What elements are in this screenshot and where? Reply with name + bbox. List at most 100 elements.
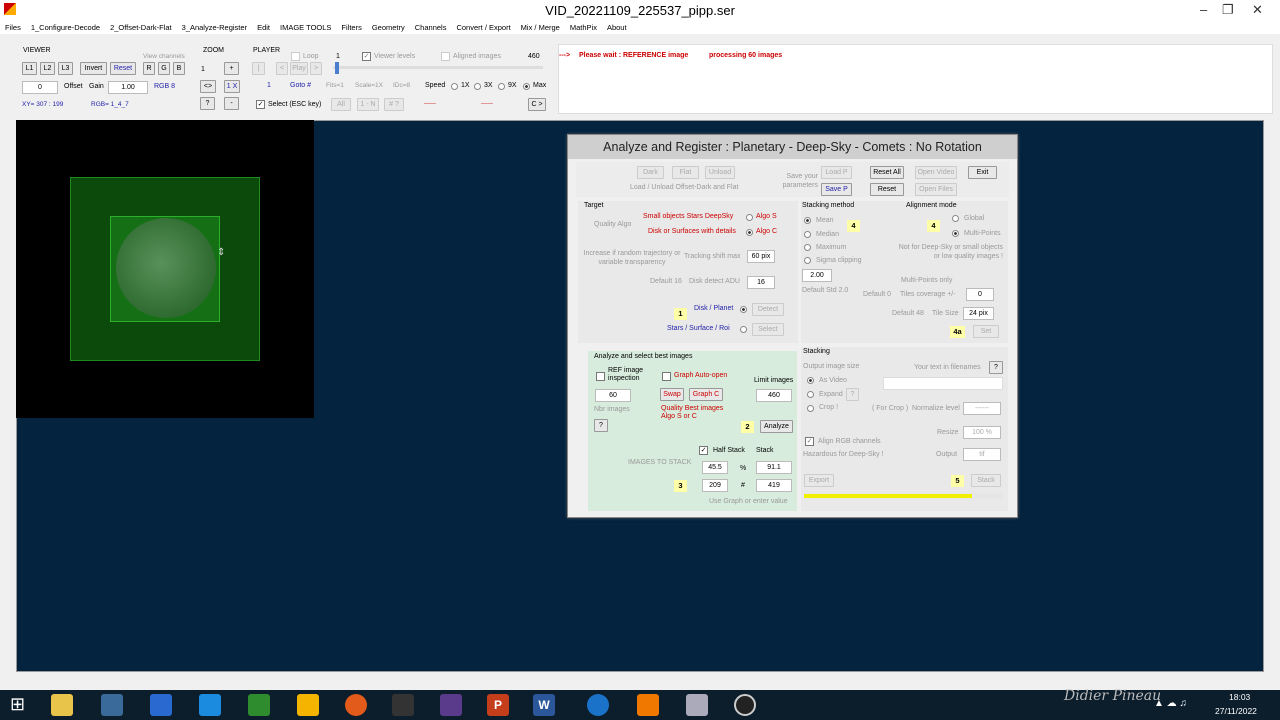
- graph-auto-checkbox[interactable]: [662, 372, 671, 381]
- export-button[interactable]: Export: [804, 474, 834, 487]
- median-radio[interactable]: [804, 231, 811, 238]
- powerpoint-icon[interactable]: P: [487, 694, 509, 716]
- file-explorer-icon[interactable]: [51, 694, 73, 716]
- maximum-radio[interactable]: [804, 244, 811, 251]
- evernote-icon[interactable]: [248, 694, 270, 716]
- expand-radio[interactable]: [807, 391, 814, 398]
- output-select[interactable]: tif: [963, 448, 1001, 461]
- analyze-help-button[interactable]: ?: [594, 419, 608, 432]
- clock-time[interactable]: 18:03: [1229, 692, 1250, 702]
- tray-icons[interactable]: ▲ ☁ ♫: [1154, 698, 1187, 709]
- calculator-icon[interactable]: [686, 694, 708, 716]
- half-count-input[interactable]: 209: [702, 479, 728, 492]
- reset-button[interactable]: Reset: [870, 183, 904, 196]
- menu-edit[interactable]: Edit: [257, 23, 270, 32]
- viewer-levels-checkbox[interactable]: ✓: [362, 52, 371, 61]
- vlc-icon[interactable]: [637, 694, 659, 716]
- l1-button[interactable]: L1: [22, 62, 37, 75]
- resize-select[interactable]: 100 %: [963, 426, 1001, 439]
- crop-radio[interactable]: [807, 405, 814, 412]
- gain-input[interactable]: 1.00: [108, 81, 148, 94]
- save-params-button[interactable]: Save P: [821, 183, 852, 196]
- exit-button[interactable]: Exit: [968, 166, 997, 179]
- speed-1x-radio[interactable]: [451, 83, 458, 90]
- sigma-input[interactable]: 2.00: [802, 269, 832, 282]
- detect-button[interactable]: Detect: [752, 303, 784, 316]
- stack-pct-input[interactable]: 91.1: [756, 461, 792, 474]
- menu-geometry[interactable]: Geometry: [372, 23, 405, 32]
- align-rgb-checkbox[interactable]: ✓: [805, 437, 814, 446]
- stack-button[interactable]: Stack: [971, 474, 1001, 487]
- open-video-button[interactable]: Open Video: [915, 166, 957, 179]
- l2-button[interactable]: L2: [40, 62, 55, 75]
- filename-help-button[interactable]: ?: [989, 361, 1003, 374]
- next-button[interactable]: C >: [528, 98, 546, 111]
- disk-planet-radio[interactable]: [740, 306, 747, 313]
- clock-date[interactable]: 27/11/2022: [1215, 706, 1257, 716]
- play-button[interactable]: Play: [290, 62, 308, 75]
- multipoints-radio[interactable]: [952, 230, 959, 237]
- mail-icon[interactable]: [199, 694, 221, 716]
- select-roi-button[interactable]: Select: [752, 323, 784, 336]
- disk-detect-input[interactable]: 16: [747, 276, 775, 289]
- nbr-images-input[interactable]: 60: [595, 389, 631, 402]
- monitor-icon[interactable]: [150, 694, 172, 716]
- select-checkbox[interactable]: ✓: [256, 100, 265, 109]
- as-video-radio[interactable]: [807, 377, 814, 384]
- menu-configure[interactable]: 1_Configure-Decode: [31, 23, 100, 32]
- analyze-button[interactable]: Analyze: [760, 420, 793, 433]
- mean-radio[interactable]: [804, 217, 811, 224]
- algo-c-radio[interactable]: [746, 229, 753, 236]
- stack-count-input[interactable]: 419: [756, 479, 792, 492]
- load-params-button[interactable]: Load P: [821, 166, 852, 179]
- expand-help-button[interactable]: ?: [846, 388, 859, 401]
- obs-icon[interactable]: [734, 694, 756, 716]
- goto-label[interactable]: Goto #: [290, 82, 311, 89]
- algo-s-radio[interactable]: [746, 214, 753, 221]
- zoom-out-button[interactable]: -: [224, 97, 239, 110]
- menu-files[interactable]: Files: [5, 23, 21, 32]
- menu-filters[interactable]: Filters: [341, 23, 361, 32]
- drive-icon[interactable]: [297, 694, 319, 716]
- normalize-select[interactable]: ------: [963, 402, 1001, 415]
- global-radio[interactable]: [952, 215, 959, 222]
- zoom-1x-button[interactable]: 1 X: [224, 80, 240, 93]
- open-files-button[interactable]: Open Files: [915, 183, 957, 196]
- reset-all-button[interactable]: Reset All: [870, 166, 904, 179]
- menu-analyze[interactable]: 3_Analyze-Register: [182, 23, 247, 32]
- speed-9x-radio[interactable]: [498, 83, 505, 90]
- maximize-icon[interactable]: ❐: [1222, 2, 1234, 18]
- menu-offset[interactable]: 2_Offset-Dark-Flat: [110, 23, 172, 32]
- stacker-icon[interactable]: [440, 694, 462, 716]
- frame-slider[interactable]: [333, 66, 543, 69]
- stars-surface-radio[interactable]: [740, 326, 747, 333]
- zoom-swap-button[interactable]: <>: [200, 80, 216, 93]
- aligned-images-checkbox[interactable]: [441, 52, 450, 61]
- minimize-icon[interactable]: –: [1200, 2, 1207, 17]
- invert-button[interactable]: Invert: [80, 62, 107, 75]
- reset-view-button[interactable]: Reset: [110, 62, 136, 75]
- menu-mix[interactable]: Mix / Merge: [521, 23, 560, 32]
- menu-mathpix[interactable]: MathPix: [570, 23, 597, 32]
- unload-button[interactable]: Unload: [705, 166, 735, 179]
- g-channel-button[interactable]: G: [158, 62, 170, 75]
- next-frame-icon[interactable]: >: [310, 62, 322, 75]
- offset-input[interactable]: 0: [22, 81, 58, 94]
- set-button[interactable]: Set: [973, 325, 999, 338]
- select-number-button[interactable]: # ?: [384, 98, 404, 111]
- half-pct-input[interactable]: 45.5: [702, 461, 728, 474]
- flat-button[interactable]: Flat: [672, 166, 699, 179]
- menu-convert[interactable]: Convert / Export: [456, 23, 510, 32]
- menu-about[interactable]: About: [607, 23, 627, 32]
- graph-c-button[interactable]: Graph C: [689, 388, 723, 401]
- swap-button[interactable]: Swap: [660, 388, 684, 401]
- speed-max-radio[interactable]: [523, 83, 530, 90]
- chat-icon[interactable]: [587, 694, 609, 716]
- tiles-coverage-input[interactable]: 0: [966, 288, 994, 301]
- range-button[interactable]: 1 - N: [357, 98, 379, 111]
- pipp-icon[interactable]: [392, 694, 414, 716]
- loop-checkbox[interactable]: [291, 52, 300, 61]
- first-frame-icon[interactable]: |: [252, 62, 265, 75]
- tracking-input[interactable]: 60 pix: [747, 250, 775, 263]
- ref-image-checkbox[interactable]: [596, 372, 605, 381]
